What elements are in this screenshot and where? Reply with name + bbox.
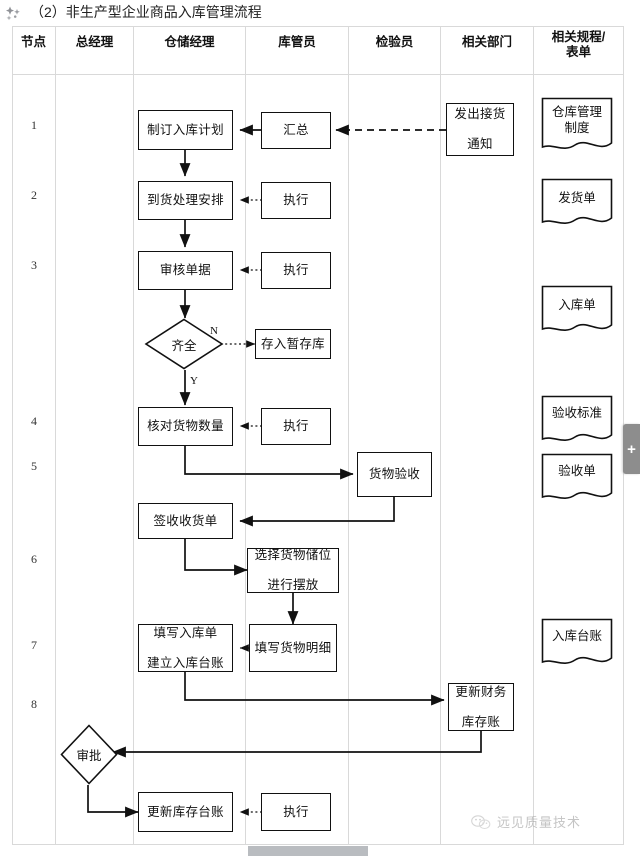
node-summarize[interactable]: 汇总 [261,112,331,149]
watermark: 远见质量技术 [470,812,581,831]
row-number-8: 8 [31,697,37,711]
document-label: 验收单 [558,464,596,478]
document-acceptance-note[interactable]: 验收单 [541,453,613,505]
document-inbound-order[interactable]: 入库单 [541,285,613,337]
page-title: （2）非生产型企业商品入库管理流程 [30,4,262,20]
node-select-storage-location[interactable]: 选择货物储位 进行摆放 [247,548,339,593]
decision-label: 审批 [76,749,102,763]
node-verify-goods-quantity[interactable]: 核对货物数量 [138,407,233,446]
decision-complete[interactable]: 齐全 [144,318,224,370]
node-fill-goods-detail[interactable]: 填写货物明细 [249,624,337,672]
node-execute-3[interactable]: 执行 [261,252,331,289]
node-issue-receipt-notice[interactable]: 发出接货 通知 [446,103,514,156]
document-inbound-ledger[interactable]: 入库台账 [541,618,613,670]
row-number-6: 6 [31,552,37,566]
node-store-in-temp-warehouse[interactable]: 存入暂存库 [255,329,331,359]
document-label: 入库台账 [551,629,602,643]
node-execute-4[interactable]: 执行 [261,408,331,445]
document-acceptance-standard[interactable]: 验收标准 [541,395,613,447]
bottom-strip [248,846,368,856]
node-fill-inbound-order-create-ledger[interactable]: 填写入库单 建立入库台账 [138,624,233,672]
column-header-related-dept: 相关部门 [461,35,512,49]
column-header-node: 节点 [20,35,46,49]
row-number-3: 3 [31,258,37,272]
row-number-7: 7 [31,638,37,652]
document-label: 发货单 [558,191,596,205]
flowchart-page: （2）非生产型企业商品入库管理流程 节点 总经理 仓储经理 库管员 检验员 相关… [0,0,640,856]
edge-label-y: Y [190,375,198,387]
add-button-tab[interactable]: + [623,424,640,474]
plus-icon: + [627,440,636,458]
node-execute-8[interactable]: 执行 [261,793,331,831]
document-delivery-note[interactable]: 发货单 [541,178,613,230]
wechat-logo-icon [471,814,491,829]
node-update-finance-inventory-account[interactable]: 更新财务 库存账 [448,683,514,731]
node-review-documents[interactable]: 审核单据 [138,251,233,290]
sparkle-icon [6,6,20,21]
document-label: 验收标准 [551,406,602,420]
node-goods-acceptance[interactable]: 货物验收 [357,452,432,497]
document-label: 仓库管理 制度 [551,105,602,135]
node-update-inventory-ledger[interactable]: 更新库存台账 [138,792,233,832]
column-header-inspector: 检验员 [375,35,414,49]
row-number-5: 5 [31,459,37,473]
node-execute-2[interactable]: 执行 [261,182,331,219]
watermark-text: 远见质量技术 [497,815,582,830]
row-number-4: 4 [31,414,37,428]
document-warehouse-management-system[interactable]: 仓库管理 制度 [541,97,613,155]
node-sign-receipt-note[interactable]: 签收收货单 [138,503,233,539]
column-header-keeper: 库管员 [278,35,316,49]
decision-approval[interactable]: 审批 [60,724,118,785]
document-label: 入库单 [558,298,596,312]
row-number-1: 1 [31,118,37,132]
column-header-warehouse-manager: 仓储经理 [164,35,215,49]
column-header-regulations: 相关规程/ 表单 [551,30,606,59]
column-header-gm: 总经理 [75,35,114,49]
row-number-2: 2 [31,188,37,202]
decision-label: 齐全 [171,338,197,353]
node-arrival-handling-arrangement[interactable]: 到货处理安排 [138,181,233,220]
node-make-inbound-plan[interactable]: 制订入库计划 [138,110,233,150]
